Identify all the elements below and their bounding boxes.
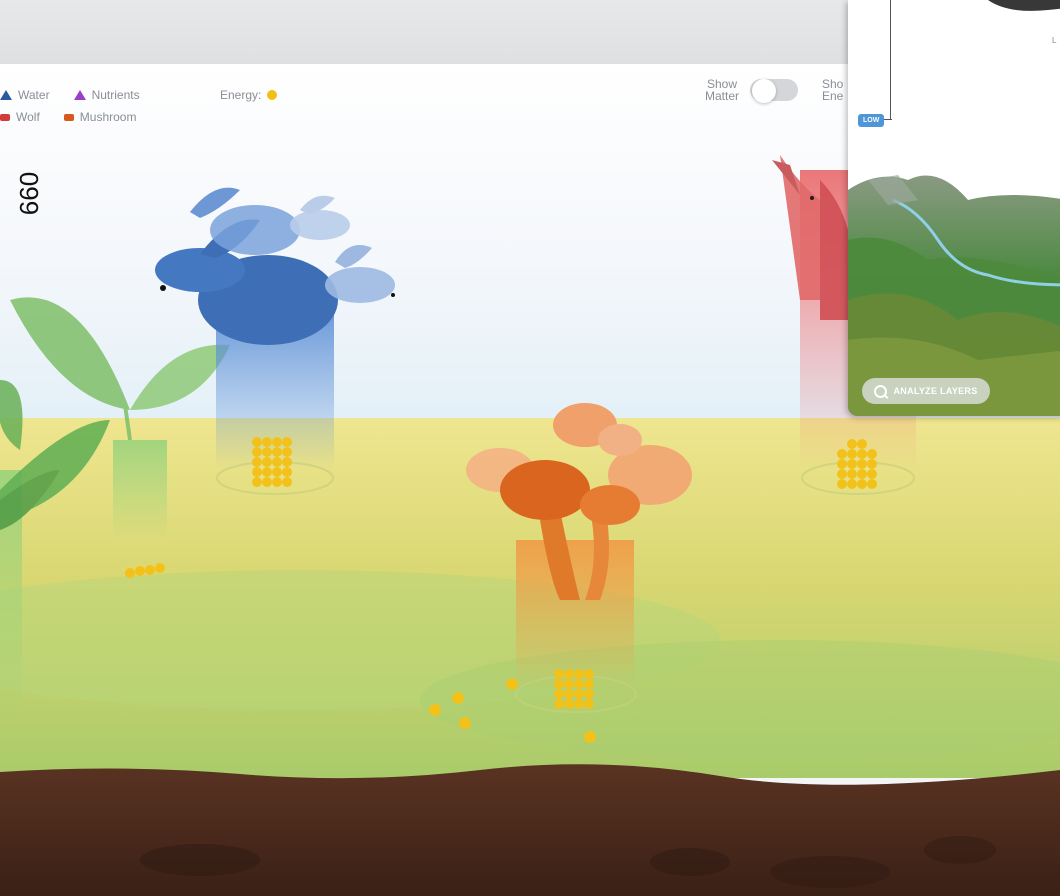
legend-item-water: Water bbox=[0, 88, 50, 102]
search-icon bbox=[874, 384, 888, 398]
terrain-map bbox=[848, 0, 1060, 416]
show-matter-toggle[interactable] bbox=[750, 79, 798, 103]
side-label-text: 660 bbox=[14, 171, 45, 216]
legend-item-nutrients: Nutrients bbox=[73, 88, 140, 102]
energy-label: Energy: bbox=[220, 88, 262, 102]
legend-label-nutrients: Nutrients bbox=[91, 88, 140, 102]
layers-panel: LOW L ANALYZE LAYERS bbox=[848, 0, 1060, 416]
show-matter-label: Show Matter bbox=[700, 78, 744, 102]
water-triangle-icon bbox=[0, 90, 12, 100]
legend-label-mushroom: Mushroom bbox=[79, 110, 137, 124]
legend-item-wolf: Wolf bbox=[0, 110, 40, 124]
show-matter-control: Show Matter bbox=[700, 78, 798, 103]
energy-dot-icon bbox=[267, 90, 278, 100]
wolf-swatch-icon bbox=[0, 113, 10, 121]
mushroom-swatch-icon bbox=[63, 113, 74, 121]
legend-label-water: Water bbox=[18, 88, 50, 102]
legend-row-2: Wolf Mushroom bbox=[0, 106, 158, 128]
analyze-layers-button[interactable]: ANALYZE LAYERS bbox=[862, 378, 990, 404]
show-matter-label-line2: Matter bbox=[704, 89, 739, 103]
legend-row-1: Water Nutrients bbox=[0, 84, 158, 106]
legend: Water Nutrients Wolf Mushroom bbox=[0, 84, 158, 128]
nutrients-triangle-icon bbox=[73, 90, 86, 100]
energy-legend: Energy: bbox=[220, 88, 278, 102]
toggle-knob bbox=[752, 79, 776, 103]
legend-label-wolf: Wolf bbox=[16, 110, 40, 124]
analyze-layers-label: ANALYZE LAYERS bbox=[893, 386, 978, 396]
side-label: 660 bbox=[14, 160, 52, 220]
ecosystem-scene: Water Nutrients Wolf Mushroom Energy: Sh… bbox=[0, 0, 1060, 896]
legend-item-mushroom: Mushroom bbox=[63, 110, 137, 124]
